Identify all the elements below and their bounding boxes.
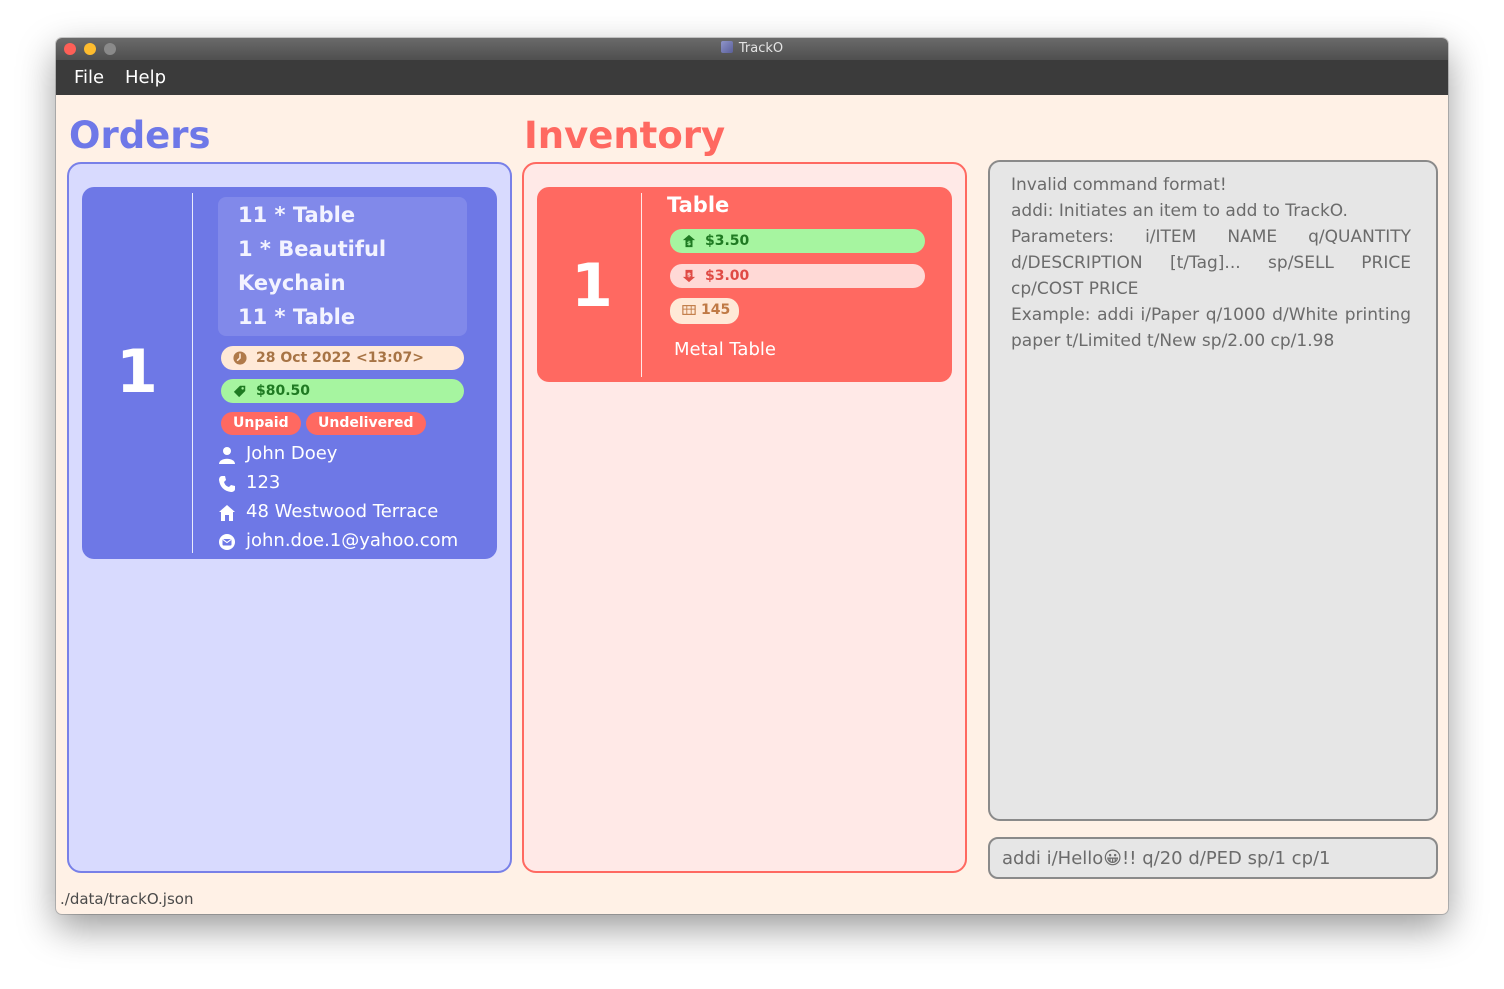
order-item-line: 1 * Beautiful bbox=[238, 237, 387, 261]
phone-icon bbox=[219, 476, 235, 492]
menu-file[interactable]: File bbox=[74, 67, 104, 88]
sell-price-icon: $ bbox=[682, 234, 696, 248]
menu-bar: File Help bbox=[56, 60, 1448, 95]
app-window: TrackO File Help Orders Inventory 1 11 *… bbox=[56, 38, 1448, 914]
svg-text:$: $ bbox=[687, 271, 691, 278]
sell-price: $3.50 bbox=[705, 233, 750, 249]
order-card[interactable]: 1 11 * Table 1 * Beautiful Keychain 11 *… bbox=[82, 187, 497, 559]
quantity-pill: 145 bbox=[670, 298, 739, 324]
item-name: Table bbox=[667, 193, 730, 217]
item-quantity: 145 bbox=[701, 302, 731, 318]
menu-help[interactable]: Help bbox=[125, 67, 166, 88]
order-date: 28 Oct 2022 <13:07> bbox=[256, 350, 424, 366]
svg-text:$: $ bbox=[687, 240, 691, 247]
orders-heading: Orders bbox=[69, 114, 211, 157]
customer-address: 48 Westwood Terrace bbox=[246, 501, 439, 522]
inventory-card[interactable]: 1 Table $ $3.50 $ $3.00 145 Metal Table bbox=[537, 187, 952, 382]
order-price-pill: $80.50 bbox=[221, 379, 464, 403]
item-description: Metal Table bbox=[674, 339, 776, 360]
app-icon bbox=[720, 41, 733, 53]
command-input[interactable] bbox=[988, 837, 1438, 879]
home-icon bbox=[219, 505, 235, 521]
sell-price-pill: $ $3.50 bbox=[670, 229, 925, 253]
card-divider bbox=[641, 193, 642, 377]
paid-status-tag: Unpaid bbox=[221, 412, 301, 435]
order-price: $80.50 bbox=[256, 383, 311, 399]
window-title: TrackO bbox=[56, 41, 1448, 56]
customer-name: John Doey bbox=[246, 443, 338, 464]
order-date-pill: 28 Oct 2022 <13:07> bbox=[221, 346, 464, 370]
title-bar: TrackO bbox=[56, 38, 1448, 60]
inventory-heading: Inventory bbox=[524, 114, 726, 157]
email-icon bbox=[219, 534, 235, 550]
price-tag-icon bbox=[233, 385, 246, 398]
result-message: Invalid command format! addi: Initiates … bbox=[1011, 175, 1411, 351]
inventory-index: 1 bbox=[571, 251, 613, 321]
storage-path-status: ./data/trackO.json bbox=[60, 890, 194, 908]
window-title-text: TrackO bbox=[738, 41, 784, 56]
customer-phone: 123 bbox=[246, 472, 281, 493]
card-divider bbox=[192, 193, 193, 553]
inventory-icon bbox=[682, 305, 696, 315]
delivery-status-tag: Undelivered bbox=[306, 412, 426, 435]
order-item-line: 11 * Table bbox=[238, 203, 356, 227]
cost-price-pill: $ $3.00 bbox=[670, 264, 925, 288]
person-icon bbox=[219, 447, 235, 464]
cost-price: $3.00 bbox=[705, 268, 750, 284]
clock-icon bbox=[233, 351, 247, 365]
order-items-box: 11 * Table 1 * Beautiful Keychain 11 * T… bbox=[218, 197, 467, 336]
order-index: 1 bbox=[116, 337, 158, 407]
cost-price-icon: $ bbox=[682, 269, 696, 283]
inventory-list-panel[interactable]: 1 Table $ $3.50 $ $3.00 145 Metal Table bbox=[522, 162, 967, 873]
order-item-line: 11 * Table bbox=[238, 305, 356, 329]
customer-email: john.doe.1@yahoo.com bbox=[246, 530, 459, 551]
order-item-line: Keychain bbox=[238, 271, 346, 295]
orders-list-panel[interactable]: 1 11 * Table 1 * Beautiful Keychain 11 *… bbox=[67, 162, 512, 873]
result-display[interactable]: Invalid command format! addi: Initiates … bbox=[988, 160, 1438, 821]
